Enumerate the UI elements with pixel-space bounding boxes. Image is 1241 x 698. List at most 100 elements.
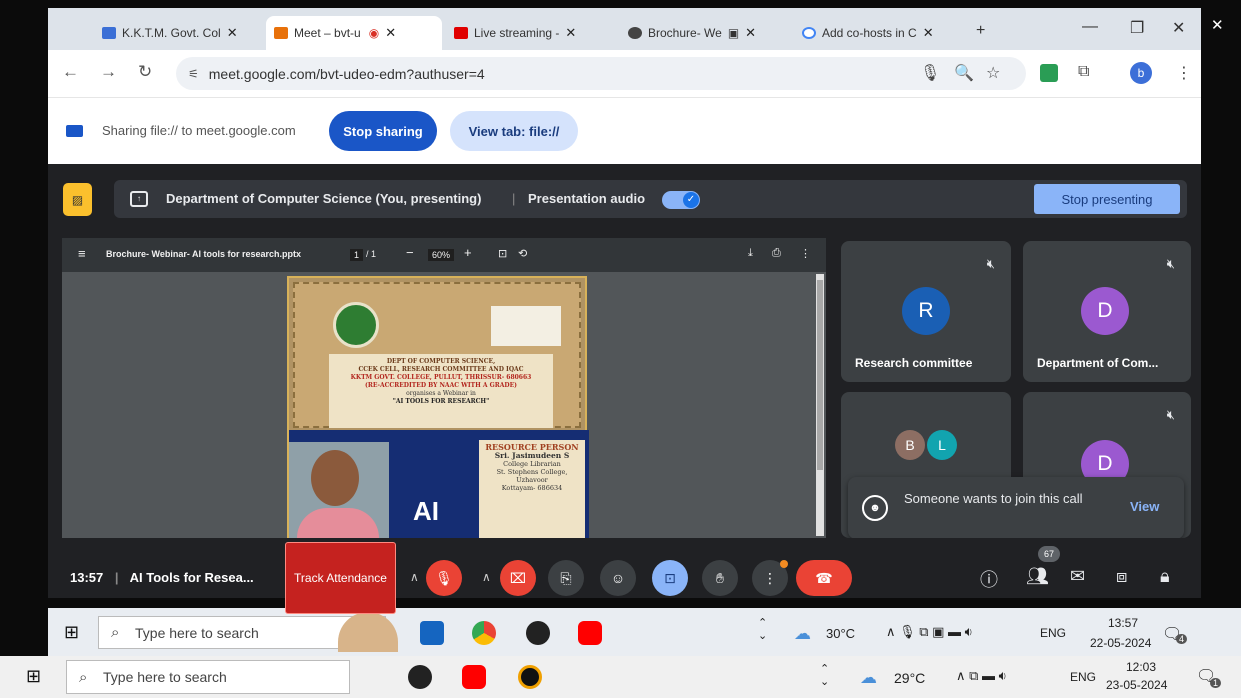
emoji-button[interactable]: ☺ [600,560,636,596]
presenting-icon: ▨ [63,183,92,216]
stop-sharing-button[interactable]: Stop sharing [329,111,437,151]
zoom-out-icon[interactable]: − [406,245,414,260]
chrome-icon [628,27,642,39]
avatar: B [895,430,925,460]
microphone-icon[interactable]: 🎙 [920,63,940,83]
language-indicator[interactable]: ENG [1040,626,1066,640]
tab-add-cohosts[interactable]: Add co-hosts in C ✕ [794,16,970,50]
system-tray-icons[interactable]: ∧ ⧉ ▬ 🔉︎ [956,668,1007,684]
close-tab-icon[interactable]: ✕ [565,25,576,41]
taskbar-date: 22-05-2024 [1090,636,1152,650]
outer-close-icon[interactable]: ✕ [1211,16,1224,34]
close-window-icon[interactable]: ✕ [1172,18,1185,38]
windows-start-icon[interactable]: ⊞ [64,622,79,643]
youtube-icon[interactable] [462,665,486,689]
zoom-level[interactable]: 60% [428,249,455,261]
page-input[interactable]: 1 [350,249,364,261]
presentation-audio-toggle[interactable]: ✓ [662,191,700,209]
chat-icon[interactable]: ✉︎ [1070,566,1085,587]
activities-icon[interactable]: ⧈ [1116,566,1127,587]
print-icon[interactable]: ⎙ [772,247,781,260]
media-player-icon[interactable] [518,665,542,689]
extensions-puzzle-icon[interactable]: ⧉ [1078,63,1089,81]
zoom-in-icon[interactable]: + [464,245,472,260]
tab-brochure[interactable]: Brochure- We ▣ ✕ [620,16,790,50]
view-tab-button[interactable]: View tab: file:// [450,111,578,151]
mic-off-button[interactable]: 🎙︎ [426,560,462,596]
minimize-icon[interactable]: — [1082,18,1098,36]
show-hidden-chevron-icon[interactable]: ⌃ ⌄ [758,616,767,642]
taskbar-time: 12:03 [1126,660,1157,674]
tab-kktm[interactable]: K.K.T.M. Govt. Col ✕ [94,16,262,50]
mic-off-icon: 🔇︎ [1166,256,1175,271]
view-join-request-button[interactable]: View [1130,499,1159,514]
url-text: meet.google.com/bvt-udeo-edm?authuser=4 [208,65,485,82]
meet-icon [274,27,288,39]
screen-share-icon [66,125,83,137]
extension-icon[interactable] [1040,64,1058,82]
taskbar-search-input[interactable]: ⌕ Type here to search [66,660,350,694]
mic-off-icon: 🔇︎ [1166,407,1175,422]
pdf-scrollbar[interactable] [816,274,824,536]
app-icon[interactable] [526,621,550,645]
back-icon[interactable]: ← [62,62,79,82]
more-options-icon[interactable]: ⋮ [800,247,811,260]
resource-line: Kottayam- 686634 [501,484,563,492]
language-indicator[interactable]: ENG [1070,670,1096,684]
fit-page-icon[interactable]: ⊡ [498,247,507,260]
leave-call-button[interactable]: ☎︎ [796,560,852,596]
people-icon[interactable]: 👥︎ [1026,566,1049,587]
mail-icon[interactable] [420,621,444,645]
brochure-line: CCEK CELL, RESEARCH COMMITTEE AND IQAC [358,366,524,373]
close-tab-icon[interactable]: ✕ [227,25,238,41]
restore-icon[interactable]: ❐ [1130,18,1144,38]
screen-share-icon: ▣ [727,26,740,40]
close-tab-icon[interactable]: ✕ [745,25,756,41]
meeting-details-icon[interactable]: ⓘ [980,566,998,592]
raise-hand-button[interactable]: ✋︎ [702,560,738,596]
tab-meet[interactable]: Meet – bvt-u ◉ ✕ [266,16,442,50]
system-tray-icons[interactable]: ∧ 🎙︎ ⧉ ▣ ▬ 🔉︎ [886,624,973,640]
present-button[interactable]: ⊡ [652,560,688,596]
download-icon[interactable]: ⤓ [748,247,753,260]
participant-tile-department[interactable]: 🔇︎ D Department of Com... [1023,241,1191,382]
zoom-icon[interactable]: 🔍 [954,63,974,83]
url-omnibox[interactable]: ⚟ meet.google.com/bvt-udeo-edm?authuser=… [176,57,1026,90]
camera-off-button[interactable]: ⌧ [500,560,536,596]
show-hidden-chevron-icon[interactable]: ⌃ ⌄ [820,662,829,688]
forward-icon[interactable]: → [100,62,117,82]
menu-icon[interactable]: ≡ [78,246,86,261]
join-request-text: Someone wants to join this call [904,491,1083,506]
captions-button[interactable]: ⎘ [548,560,584,596]
brochure-page: DEPT OF COMPUTER SCIENCE, CCEK CELL, RES… [287,276,589,538]
app-icon[interactable] [408,665,432,689]
new-tab-icon[interactable]: + [976,22,985,40]
bookmark-star-icon[interactable]: ☆ [986,63,1000,83]
audio-options-chevron-icon[interactable]: ∧ [410,570,419,584]
reload-icon[interactable]: ↻ [138,62,152,82]
youtube-icon[interactable] [578,621,602,645]
host-controls-lock-icon[interactable]: 🔒︎ [1160,566,1170,587]
taskbar-date: 23-05-2024 [1106,678,1168,692]
meeting-title: AI Tools for Resea... [129,570,254,585]
site-info-icon[interactable]: ⚟ [188,67,199,81]
track-attendance-button[interactable]: Track Attendance [285,542,396,614]
rotate-icon[interactable]: ⟲ [518,247,527,260]
close-tab-icon[interactable]: ✕ [385,25,396,41]
chrome-menu-icon[interactable]: ⋮ [1176,63,1192,83]
presentation-audio-label: Presentation audio [528,191,646,206]
search-placeholder: Type here to search [135,624,259,641]
chrome-icon[interactable] [472,621,496,645]
weather-icon: ☁ [794,624,811,643]
call-controls: 13:57 | AI Tools for Resea... Track Atte… [48,538,1201,614]
tab-live-streaming[interactable]: Live streaming - ✕ [446,16,614,50]
profile-avatar[interactable]: b [1130,62,1152,84]
video-options-chevron-icon[interactable]: ∧ [482,570,491,584]
temperature: 30°C [826,626,856,641]
close-tab-icon[interactable]: ✕ [923,25,934,41]
stop-presenting-button[interactable]: Stop presenting [1034,184,1180,214]
participant-tile-research[interactable]: 🔇︎ R Research committee [841,241,1011,382]
windows-start-icon[interactable]: ⊞ [26,666,41,687]
brochure-line: KKTM GOVT. COLLEGE, PULLUT, THRISSUR- 68… [350,374,532,381]
avatar: R [902,287,950,335]
